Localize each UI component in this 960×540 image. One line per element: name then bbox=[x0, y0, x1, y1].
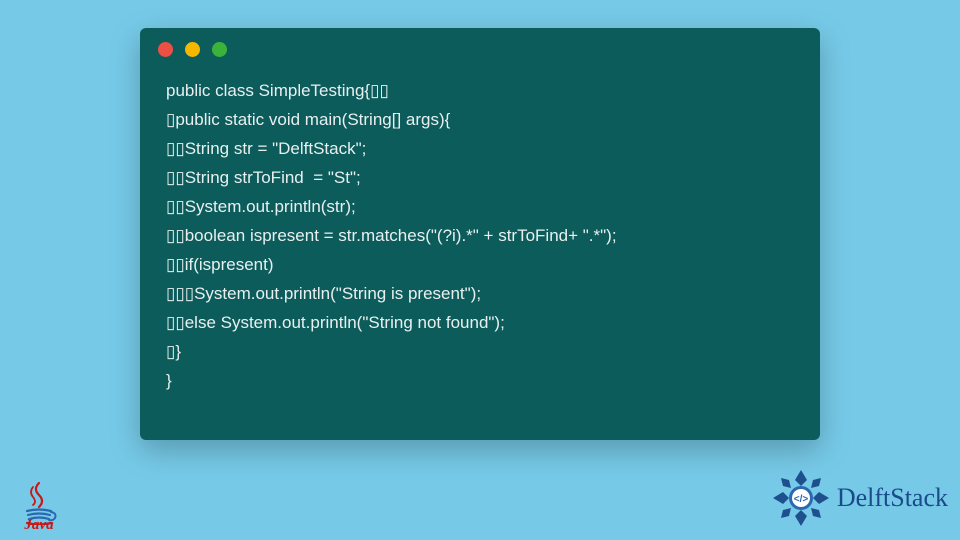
delftstack-icon: </> bbox=[769, 466, 833, 530]
delftstack-label: DelftStack bbox=[837, 483, 948, 513]
maximize-icon[interactable] bbox=[212, 42, 227, 57]
java-logo: Java bbox=[14, 481, 64, 534]
java-cup-icon bbox=[19, 481, 59, 517]
code-content: public class SimpleTesting{▯▯ ▯public st… bbox=[140, 70, 820, 415]
window-titlebar bbox=[140, 28, 820, 70]
code-window: public class SimpleTesting{▯▯ ▯public st… bbox=[140, 28, 820, 440]
minimize-icon[interactable] bbox=[185, 42, 200, 57]
close-icon[interactable] bbox=[158, 42, 173, 57]
delftstack-logo: </> DelftStack bbox=[769, 466, 948, 530]
svg-text:</>: </> bbox=[794, 494, 809, 505]
